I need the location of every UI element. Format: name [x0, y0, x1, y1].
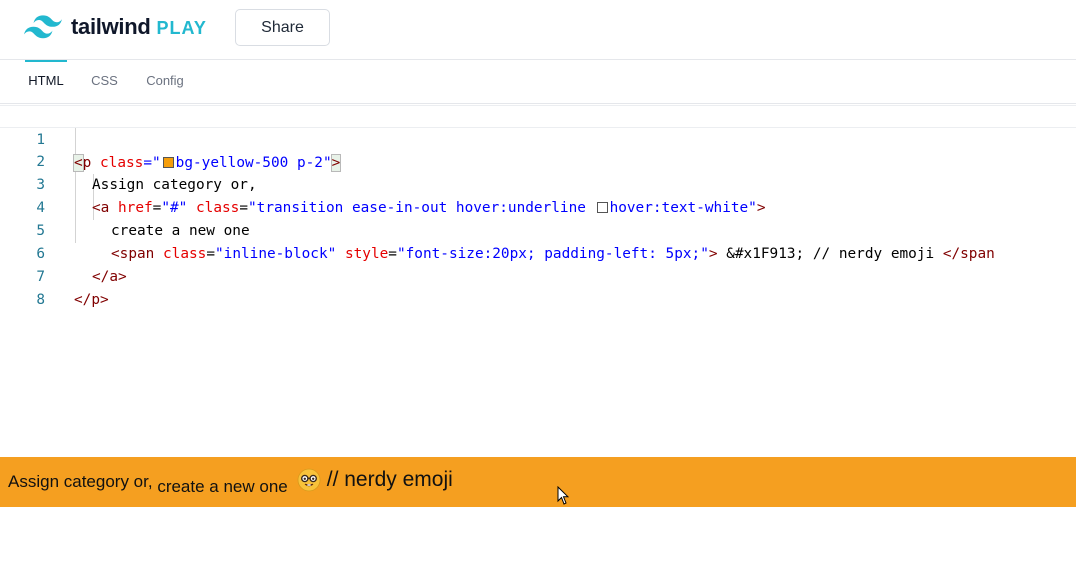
code-editor[interactable]: 1 <p class=" bg-yellow-500 p-2"> 2 Assign… — [0, 105, 1076, 455]
code-line-8[interactable]: 8 — [0, 266, 1076, 308]
app-header: tailwind PLAY Share — [0, 0, 1076, 62]
preview-output: Assign category or, create a new one// n… — [0, 457, 1076, 507]
tailwind-play-logo[interactable]: tailwind PLAY — [24, 12, 207, 42]
tab-config[interactable]: Config — [143, 61, 187, 103]
emoji-span: // nerdy emoji — [288, 468, 453, 492]
code-line-7[interactable]: 7 </p> — [0, 243, 1076, 308]
share-button[interactable]: Share — [235, 9, 330, 46]
tab-css[interactable]: CSS — [88, 61, 121, 103]
editor-tabs: HTML CSS Config — [0, 61, 1076, 104]
code-line-3[interactable]: 3 <a href="#" class="transition ease-in-… — [0, 151, 1076, 216]
code-line-2[interactable]: 2 Assign category or, — [0, 128, 1076, 193]
nerd-face-icon — [297, 468, 321, 491]
logo-play-text: PLAY — [156, 17, 207, 38]
code-line-6[interactable]: 6 </a> — [0, 220, 1076, 285]
preview-text: Assign category or, — [8, 472, 153, 491]
code-line-1[interactable]: 1 <p class=" bg-yellow-500 p-2"> — [0, 105, 1076, 172]
code-line-4[interactable]: 4 create a new one — [0, 174, 1076, 239]
code-line-5[interactable]: 5 <span class="inline-block" style="font… — [0, 197, 1076, 262]
tab-html[interactable]: HTML — [25, 61, 67, 103]
mouse-cursor-icon — [557, 486, 569, 505]
logo-text: tailwind — [71, 14, 151, 39]
create-new-link[interactable]: create a new one// nerdy emoji — [157, 468, 452, 497]
line-number: 8 — [36, 292, 45, 308]
tailwind-logo-icon — [24, 15, 62, 39]
